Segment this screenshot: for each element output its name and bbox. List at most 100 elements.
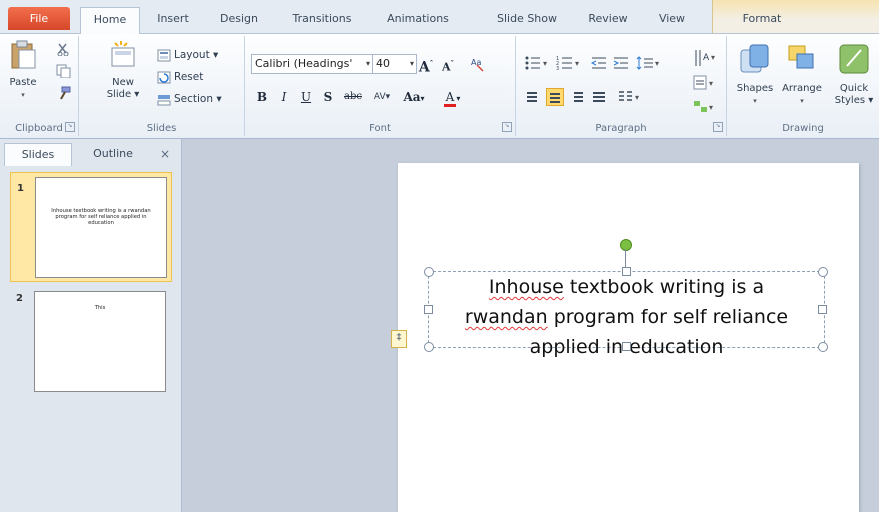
slide-number: 2 bbox=[16, 293, 23, 304]
resize-handle-top[interactable] bbox=[622, 267, 631, 276]
quick-styles-button[interactable]: Quick Styles ▾ bbox=[831, 42, 877, 107]
slides-outline-pane: Slides Outline × 1 Inhouse textbook writ… bbox=[0, 139, 182, 512]
tab-slides-pane[interactable]: Slides bbox=[4, 143, 72, 166]
svg-text:▾: ▾ bbox=[711, 53, 715, 62]
line-spacing-icon[interactable]: ▾ bbox=[636, 54, 662, 72]
font-name-combobox[interactable]: Calibri (Headings' ▾ bbox=[251, 54, 373, 74]
section-icon bbox=[157, 94, 171, 105]
svg-text:3: 3 bbox=[556, 66, 559, 72]
cut-icon[interactable] bbox=[56, 42, 70, 56]
increase-indent-icon[interactable] bbox=[612, 54, 630, 72]
reset-button[interactable]: Reset bbox=[157, 68, 203, 86]
character-spacing-button[interactable]: AV▾ bbox=[369, 88, 395, 106]
drawing-group: Shapes ▾ Arrange ▾ Quick Styles ▾ Drawin… bbox=[727, 36, 879, 136]
align-center-button[interactable] bbox=[546, 88, 564, 106]
justify-button[interactable] bbox=[590, 88, 608, 106]
resize-handle-bottom-right[interactable] bbox=[818, 342, 828, 352]
tab-home[interactable]: Home bbox=[80, 7, 140, 35]
reset-icon bbox=[157, 71, 171, 83]
quick-styles-icon bbox=[839, 44, 869, 74]
rotation-handle[interactable] bbox=[620, 239, 632, 251]
resize-handle-top-left[interactable] bbox=[424, 267, 434, 277]
drawing-group-label: Drawing bbox=[782, 123, 824, 134]
chevron-down-icon: ▾ bbox=[409, 59, 414, 68]
svg-text:▾: ▾ bbox=[635, 93, 639, 102]
slide-thumbnail-1[interactable]: 1 Inhouse textbook writing is a rwandan … bbox=[10, 172, 172, 282]
tab-transitions[interactable]: Transitions bbox=[283, 7, 361, 33]
slide-thumbnail-preview: Inhouse textbook writing is a rwandan pr… bbox=[35, 177, 167, 278]
ribbon: Paste ▾ Clipboard ↘ New Slide ▾ Layout ▾… bbox=[0, 34, 879, 139]
svg-text:▾: ▾ bbox=[709, 103, 713, 112]
paragraph-group: ▾ 1 2 3 ▾ ▾ A ▾ ▾ ▾ ▾ Paragraph ↘ bbox=[516, 36, 727, 136]
slides-group-label: Slides bbox=[146, 123, 177, 134]
align-left-button[interactable] bbox=[524, 88, 542, 106]
svg-text:▾: ▾ bbox=[709, 79, 713, 88]
tab-format[interactable]: Format bbox=[719, 7, 805, 33]
decrease-indent-icon[interactable] bbox=[590, 54, 608, 72]
shapes-icon bbox=[740, 44, 769, 73]
italic-button[interactable]: I bbox=[275, 88, 293, 106]
slide-thumbnail-2[interactable]: 2 This bbox=[10, 287, 172, 397]
columns-icon[interactable]: ▾ bbox=[616, 89, 644, 105]
thumbnail-text: This bbox=[94, 305, 106, 311]
resize-handle-bottom-left[interactable] bbox=[424, 342, 434, 352]
layout-button[interactable]: Layout ▾ bbox=[157, 46, 218, 64]
clipboard-launcher-button[interactable]: ↘ bbox=[65, 122, 75, 132]
layout-icon bbox=[157, 49, 171, 61]
strikethrough-button[interactable]: abc bbox=[341, 88, 365, 106]
arrange-button[interactable]: Arrange ▾ bbox=[779, 42, 825, 107]
shapes-button[interactable]: Shapes ▾ bbox=[733, 42, 777, 107]
change-case-button[interactable]: Aa▾ bbox=[399, 88, 429, 106]
tab-animations[interactable]: Animations bbox=[374, 7, 462, 33]
section-button[interactable]: Section ▾ bbox=[157, 90, 222, 108]
paste-icon bbox=[11, 40, 36, 69]
close-icon[interactable]: × bbox=[160, 147, 170, 161]
text-shadow-button[interactable]: S bbox=[319, 88, 337, 106]
text-placeholder[interactable]: Inhouse textbook writing is a rwandan pr… bbox=[424, 267, 828, 358]
grow-font-button[interactable]: Aˆ bbox=[417, 55, 435, 76]
clear-formatting-icon[interactable]: Aa bbox=[469, 54, 487, 72]
copy-icon[interactable] bbox=[56, 64, 72, 78]
resize-handle-top-right[interactable] bbox=[818, 267, 828, 277]
font-color-button[interactable]: A ▾ bbox=[438, 88, 466, 107]
resize-handle-left[interactable] bbox=[424, 305, 433, 314]
align-right-button[interactable] bbox=[568, 88, 586, 106]
tab-slideshow[interactable]: Slide Show bbox=[484, 7, 570, 33]
align-text-icon[interactable]: ▾ bbox=[692, 74, 718, 92]
text-direction-icon[interactable]: A ▾ bbox=[692, 48, 718, 70]
smartart-convert-icon[interactable]: ▾ bbox=[692, 98, 718, 116]
autofit-options-icon[interactable]: ‡ bbox=[391, 330, 407, 348]
slides-group: New Slide ▾ Layout ▾ Reset Section ▾ Sli… bbox=[79, 36, 245, 136]
new-slide-button[interactable]: New Slide ▾ bbox=[103, 40, 143, 101]
tab-view[interactable]: View bbox=[648, 7, 696, 33]
font-launcher-button[interactable]: ↘ bbox=[502, 122, 512, 132]
slide-number: 1 bbox=[17, 183, 24, 194]
shrink-font-button[interactable]: Aˇ bbox=[439, 55, 457, 74]
tab-outline-pane[interactable]: Outline bbox=[78, 143, 148, 165]
bold-button[interactable]: B bbox=[253, 88, 271, 106]
ribbon-tab-bar: File Home Insert Design Transitions Anim… bbox=[0, 0, 879, 35]
resize-handle-right[interactable] bbox=[818, 305, 827, 314]
svg-text:▾: ▾ bbox=[655, 59, 659, 68]
slide-editing-area: Inhouse textbook writing is a rwandan pr… bbox=[182, 139, 879, 512]
paragraph-launcher-button[interactable]: ↘ bbox=[713, 122, 723, 132]
thumbnail-text: Inhouse textbook writing is a rwandan pr… bbox=[51, 208, 151, 226]
resize-handle-bottom[interactable] bbox=[622, 342, 631, 351]
contextual-format-tab-area: Format bbox=[712, 0, 879, 33]
format-painter-icon[interactable] bbox=[56, 86, 72, 100]
tab-file[interactable]: File bbox=[8, 7, 70, 30]
tab-review[interactable]: Review bbox=[582, 7, 634, 33]
underline-button[interactable]: U bbox=[297, 88, 315, 106]
font-group: Calibri (Headings' ▾ 40 ▾ Aˆ Aˇ Aa B I U S… bbox=[245, 36, 516, 136]
slide-thumbnail-preview: This bbox=[34, 291, 166, 392]
font-size-combobox[interactable]: 40 ▾ bbox=[372, 54, 417, 74]
chevron-down-icon: ▾ bbox=[365, 59, 370, 68]
tab-insert[interactable]: Insert bbox=[146, 7, 200, 33]
numbering-icon[interactable]: 123▾ bbox=[556, 54, 584, 72]
tab-design[interactable]: Design bbox=[212, 7, 266, 33]
paste-button[interactable]: Paste ▾ bbox=[6, 40, 40, 101]
slide-canvas[interactable]: Inhouse textbook writing is a rwandan pr… bbox=[398, 163, 859, 512]
bullets-icon[interactable]: ▾ bbox=[524, 54, 552, 72]
clipboard-group: Paste ▾ Clipboard ↘ bbox=[0, 36, 79, 136]
arrange-icon bbox=[788, 45, 814, 69]
